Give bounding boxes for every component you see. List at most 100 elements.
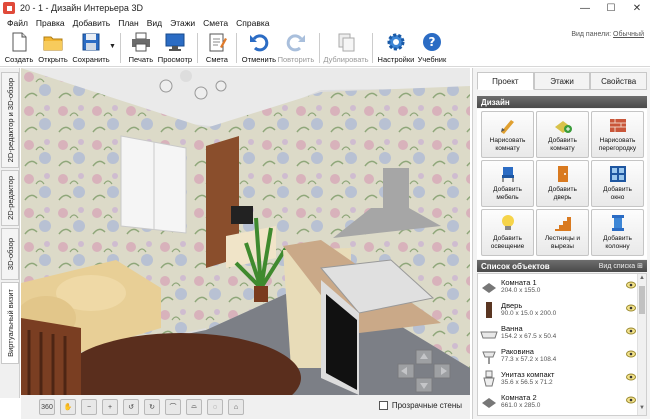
room-icon [482, 283, 496, 293]
tab-2d-editor[interactable]: 2D-редактор [1, 170, 19, 226]
transparent-walls-toggle[interactable]: Прозрачные стены [378, 401, 462, 410]
redo-arrow-icon [286, 34, 305, 52]
folder-icon [43, 36, 63, 51]
menu-add[interactable]: Добавить [69, 18, 115, 28]
add-door-button[interactable]: Добавить дверь [536, 160, 589, 207]
sink-icon [482, 351, 496, 364]
bathtub-icon [480, 331, 498, 339]
add-room-button[interactable]: Добавить комнату [536, 111, 589, 158]
tab-floors[interactable]: Этажи [533, 72, 591, 90]
door-icon [486, 302, 492, 318]
rotate-left-icon[interactable]: ↺ [123, 399, 139, 415]
tab-virtual-visit[interactable]: Виртуальный визит [1, 282, 19, 364]
tv [231, 206, 253, 224]
list-item[interactable]: Унитаз компакт 35.6 x 56.5 x 71.2 [480, 368, 636, 391]
maximize-button[interactable]: ☐ [598, 0, 624, 16]
print-button[interactable]: Печать [125, 29, 157, 67]
add-furniture-button[interactable]: Добавить мебель [481, 160, 534, 207]
toilet-icon [483, 370, 495, 387]
column-icon [611, 215, 624, 231]
tab-project[interactable]: Проект [477, 72, 534, 90]
menu-view[interactable]: Вид [143, 18, 166, 28]
tab-properties[interactable]: Свойства [590, 72, 648, 90]
visibility-eye-icon[interactable] [626, 327, 636, 335]
add-lighting-button[interactable]: Добавить освещение [481, 209, 534, 256]
close-button[interactable]: ✕ [624, 0, 650, 16]
floppy-disk-icon [82, 33, 100, 51]
scroll-down-icon[interactable]: ▼ [638, 405, 646, 414]
menu-edit[interactable]: Правка [32, 18, 69, 28]
settings-button[interactable]: Настройки [377, 29, 415, 67]
3d-scene[interactable] [21, 68, 470, 395]
list-view-toggle[interactable]: Вид списка ⊞ [599, 262, 643, 270]
menu-estimate[interactable]: Смета [199, 18, 232, 28]
scroll-up-icon[interactable]: ▲ [638, 275, 646, 284]
door-icon [557, 166, 568, 182]
home-view-icon[interactable]: ⌂ [228, 399, 244, 415]
room-icon [482, 398, 496, 408]
visibility-eye-icon[interactable] [626, 373, 636, 381]
title-bar: 20 - 1 - Дизайн Интерьера 3D — ☐ ✕ [0, 0, 650, 16]
add-window-button[interactable]: Добавить окно [591, 160, 644, 207]
printer-icon [131, 32, 150, 52]
menu-floors[interactable]: Этажи [166, 18, 199, 28]
stairs-cutouts-button[interactable]: Лестницы и вырезы [536, 209, 589, 256]
redo-button[interactable]: Повторить [277, 29, 315, 67]
menu-bar: Файл Правка Добавить План Вид Этажи Смет… [0, 16, 650, 29]
visibility-eye-icon[interactable] [626, 396, 636, 404]
tutorial-button[interactable]: ? Учебник [415, 29, 449, 67]
tab-3d-view[interactable]: 3D-обзор [1, 228, 19, 280]
list-item[interactable]: Комната 1 204.0 x 155.0 [480, 276, 636, 299]
3d-viewport[interactable] [21, 68, 470, 395]
draw-partition-button[interactable]: Нарисовать перегородку [591, 111, 644, 158]
draw-room-button[interactable]: Нарисовать комнату [481, 111, 534, 158]
save-button[interactable]: Сохранить [71, 29, 111, 67]
chair-icon [501, 167, 514, 182]
new-document-icon [12, 32, 27, 52]
object-list: Комната 1 204.0 x 155.0 Дверь 90.0 x 15.0 … [477, 273, 647, 416]
view-mode-tabs: 2D-редактор и 3D-обзор 2D-редактор 3D-об… [0, 68, 20, 398]
monitor-icon [165, 33, 185, 51]
hand-pan-icon[interactable]: ✋ [60, 399, 76, 415]
list-item[interactable]: Раковина 77.3 x 57.2 x 108.4 [480, 345, 636, 368]
design-section-header: Дизайн [477, 96, 647, 108]
visibility-eye-icon[interactable] [626, 304, 636, 312]
object-list-scrollbar[interactable]: ▲ ▼ [637, 274, 646, 415]
app-icon [3, 2, 15, 14]
tilt-down-icon[interactable]: ⌓ [186, 399, 202, 415]
list-item[interactable]: Комната 2 661.0 x 285.0 [480, 391, 636, 414]
design-buttons-grid: Нарисовать комнату Добавить комнату Нарисо… [477, 109, 647, 259]
create-button[interactable]: Создать [3, 29, 35, 67]
duplicate-icon [338, 33, 355, 52]
zoom-in-icon[interactable]: + [102, 399, 118, 415]
menu-plan[interactable]: План [114, 18, 143, 28]
transparent-walls-checkbox[interactable] [378, 401, 388, 410]
save-dropdown-icon[interactable]: ▼ [109, 43, 116, 50]
menu-file[interactable]: Файл [3, 18, 32, 28]
estimate-button[interactable]: Смета [202, 29, 232, 67]
light-bulb-icon[interactable]: ◌ [207, 399, 223, 415]
scrollbar-thumb[interactable] [639, 286, 645, 314]
rotate-right-icon[interactable]: ↻ [144, 399, 160, 415]
zoom-out-icon[interactable]: − [81, 399, 97, 415]
panel-view-selector[interactable]: Вид панели: Обычный [571, 31, 644, 38]
undo-button[interactable]: Отменить [241, 29, 277, 67]
tilt-up-icon[interactable]: ⌒ [165, 399, 181, 415]
menu-help[interactable]: Справка [232, 18, 273, 28]
undo-arrow-icon [249, 34, 269, 52]
visibility-eye-icon[interactable] [626, 281, 636, 289]
list-item[interactable]: Дверь 90.0 x 15.0 x 200.0 [480, 299, 636, 322]
rotate-360-button[interactable]: 360 [39, 399, 55, 415]
tab-2d-editor-and-3d[interactable]: 2D-редактор и 3D-обзор [1, 72, 19, 168]
minimize-button[interactable]: — [572, 0, 598, 16]
preview-button[interactable]: Просмотр [157, 29, 193, 67]
open-button[interactable]: Открыть [35, 29, 71, 67]
panel-view-value[interactable]: Обычный [613, 31, 644, 38]
window-title: 20 - 1 - Дизайн Интерьера 3D [20, 3, 143, 13]
duplicate-button[interactable]: Дублировать [323, 29, 369, 67]
visibility-eye-icon[interactable] [626, 350, 636, 358]
add-column-button[interactable]: Добавить колонну [591, 209, 644, 256]
right-panel-tabs: Проект Этажи Свойства [477, 72, 648, 90]
light-bulb-icon [501, 215, 514, 230]
list-item[interactable]: Ванна 154.2 x 67.5 x 50.4 [480, 322, 636, 345]
